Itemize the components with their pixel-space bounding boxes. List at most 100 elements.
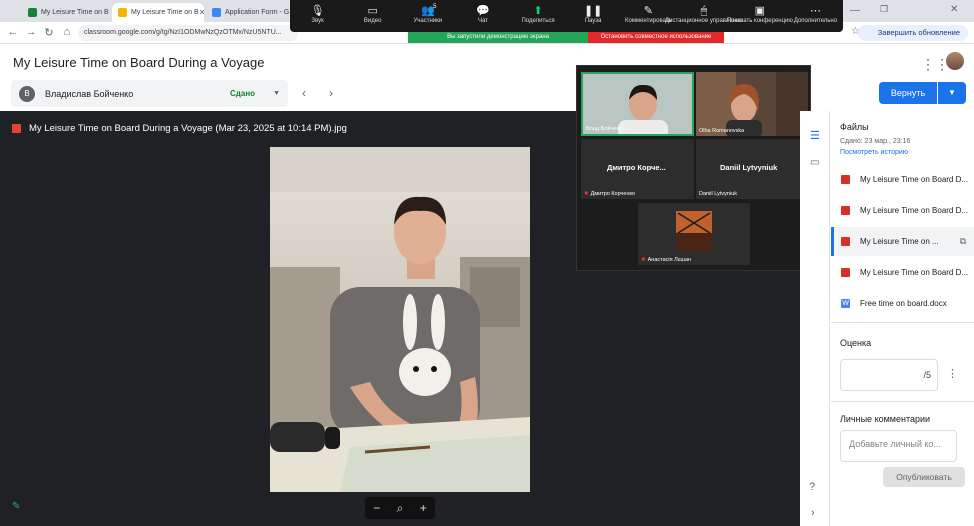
file-item[interactable]: My Leisure Time on ... ⧉	[831, 227, 974, 256]
tab-label: My Leisure Time on B	[131, 9, 199, 16]
zoom-in-button[interactable]: +	[420, 501, 427, 515]
magnifier-icon[interactable]: ⌕	[397, 501, 404, 516]
comments-heading: Личные комментарии	[840, 414, 931, 424]
view-history-link[interactable]: Посмотреть историю	[840, 149, 908, 156]
viewer-header: My Leisure Time on Board During a Voyage…	[12, 123, 347, 134]
file-name: My Leisure Time on Board D...	[860, 206, 969, 215]
toolbar-label: Видео	[363, 18, 382, 24]
tab-label: My Leisure Time on B	[41, 9, 109, 16]
stop-sharing-button[interactable]: Остановить совместное использование	[588, 32, 724, 43]
browser-tab-2[interactable]: My Leisure Time on B ✕	[112, 3, 204, 22]
photo-illustration	[270, 147, 530, 492]
return-button[interactable]: Вернуть	[879, 82, 937, 104]
classroom-favicon-icon	[28, 8, 37, 17]
muted-mic-icon: ✖	[584, 191, 589, 197]
reload-icon[interactable]: ↻	[42, 26, 56, 39]
share-button[interactable]: ⬆ Поделиться	[511, 4, 566, 24]
participant-name: Daniil Lytvyniuk	[720, 163, 778, 172]
annotate-icon: ✎	[643, 5, 653, 17]
video-tile-5[interactable]: ✖ Анастасія Лєшан	[638, 203, 750, 265]
share-icon: ⬆	[533, 5, 543, 17]
toolbar-label: Чат	[477, 18, 488, 24]
previous-student-icon[interactable]: ‹	[302, 86, 306, 100]
browser-tab-3[interactable]: Application Form - G	[206, 3, 294, 22]
video-tile-2[interactable]: Olha Romanovska	[696, 72, 808, 136]
toolbar-label: Участники	[413, 18, 443, 24]
mic-button[interactable]: 🎙 Звук	[290, 4, 345, 24]
student-selector[interactable]: В Владислав Бойченко Сдано ▼	[11, 80, 288, 107]
file-name: My Leisure Time on Board D...	[860, 268, 969, 277]
grade-heading: Оценка	[840, 338, 872, 348]
tile-label: Daniil Lytvyniuk	[699, 191, 738, 197]
show-conference-button[interactable]: ▣ Показать конференцию	[727, 4, 793, 24]
home-icon[interactable]: ⌂	[60, 26, 74, 38]
zoom-out-button[interactable]: −	[373, 501, 380, 515]
video-button[interactable]: ▭ Видео	[345, 4, 400, 24]
next-student-icon[interactable]: ›	[329, 86, 333, 100]
update-label: Завершить обновление	[877, 28, 960, 37]
restore-icon[interactable]: ❐	[880, 4, 888, 15]
word-doc-icon: W	[841, 299, 850, 308]
remote-control-button[interactable]: 🖱 Дистанционное управление	[665, 4, 743, 24]
close-icon[interactable]: ✕	[109, 8, 110, 17]
video-tile-4[interactable]: Daniil Lytvyniuk Daniil Lytvyniuk	[696, 139, 808, 199]
window-close-icon[interactable]: ✕	[950, 4, 958, 15]
student-avatar: В	[19, 85, 35, 102]
grade-input[interactable]: /5	[840, 359, 938, 391]
file-item[interactable]: W Free time on board.docx	[831, 289, 974, 318]
private-comment-input[interactable]: Добавьте личный ко...	[840, 430, 957, 462]
file-name: My Leisure Time on ...	[860, 237, 939, 246]
more-button[interactable]: ⋯ Дополнительно	[788, 4, 843, 24]
muted-mic-icon: ✖	[641, 257, 646, 263]
update-button[interactable]: Завершить обновление	[857, 25, 968, 41]
file-item[interactable]: My Leisure Time on Board D...	[831, 165, 974, 194]
apps-grid-icon[interactable]: ⋮⋮	[921, 56, 949, 73]
collapse-panel-icon[interactable]: ›	[811, 507, 815, 519]
tile-label: ✖ Дмитро Корченко	[584, 191, 636, 197]
file-item[interactable]: My Leisure Time on Board D...	[831, 258, 974, 287]
participant-name: Дмитро Корче...	[607, 163, 666, 172]
help-icon[interactable]: ?	[809, 481, 815, 493]
chat-icon: 💬	[476, 5, 490, 17]
pause-button[interactable]: ❚❚ Пауза	[566, 4, 621, 24]
video-tile-3[interactable]: Дмитро Корче... ✖ Дмитро Корченко	[581, 139, 694, 199]
close-icon[interactable]: ✕	[199, 8, 204, 17]
participant-video	[638, 203, 750, 265]
return-options-chevron-icon[interactable]: ▼	[938, 82, 966, 104]
divider	[831, 401, 974, 402]
user-avatar[interactable]	[946, 52, 964, 70]
publish-button[interactable]: Опубликовать	[883, 467, 965, 487]
edit-pen-icon[interactable]: ✎	[12, 501, 20, 512]
remote-control-icon: 🖱	[700, 5, 708, 17]
classroom-favicon-icon	[118, 8, 127, 17]
open-in-new-icon[interactable]: ⧉	[960, 236, 966, 247]
video-tile-1[interactable]: Влад Бойченко	[581, 72, 694, 136]
chat-button[interactable]: 💬 Чат	[455, 4, 510, 24]
show-conference-icon: ▣	[754, 5, 766, 17]
toolbar-label: Показать конференцию	[726, 18, 793, 24]
browser-tab-1[interactable]: My Leisure Time on B ✕	[22, 3, 110, 22]
video-icon: ▭	[367, 5, 378, 17]
more-vert-icon[interactable]: ⋮	[947, 367, 958, 380]
back-icon[interactable]: ←	[6, 26, 20, 38]
more-icon: ⋯	[809, 5, 821, 17]
file-item[interactable]: My Leisure Time on Board D...	[831, 196, 974, 225]
participant-video	[696, 72, 808, 136]
zoom-meeting-toolbar: 🎙 Звук ▭ Видео 👥 5 Участники 💬 Чат ⬆ Поделиться ❚❚ П…	[290, 0, 843, 32]
forward-icon[interactable]: →	[24, 26, 38, 38]
pause-icon: ❚❚	[583, 5, 603, 17]
rubric-tab-icon[interactable]: ▭	[810, 157, 819, 168]
toolbar-label: Звук	[311, 18, 324, 24]
file-name: My Leisure Time on Board D...	[860, 175, 969, 184]
sharing-notice: Вы запустили демонстрацию экрана	[408, 32, 588, 43]
minimize-icon[interactable]: —	[850, 5, 860, 16]
viewer-file-title: My Leisure Time on Board During a Voyage…	[29, 123, 347, 134]
side-icon-strip: ☰ ▭ ? ›	[800, 111, 830, 526]
files-tab-icon[interactable]: ☰	[810, 129, 820, 142]
student-name: Владислав Бойченко	[45, 88, 134, 99]
participants-button[interactable]: 👥 5 Участники	[400, 4, 455, 24]
screen-share-banner: Вы запустили демонстрацию экрана Останов…	[408, 32, 724, 43]
url-input[interactable]: classroom.google.com/g/tg/NzI1ODMwNzQzOT…	[78, 25, 298, 41]
image-file-icon	[841, 268, 850, 277]
toolbar-label: Пауза	[584, 18, 602, 24]
